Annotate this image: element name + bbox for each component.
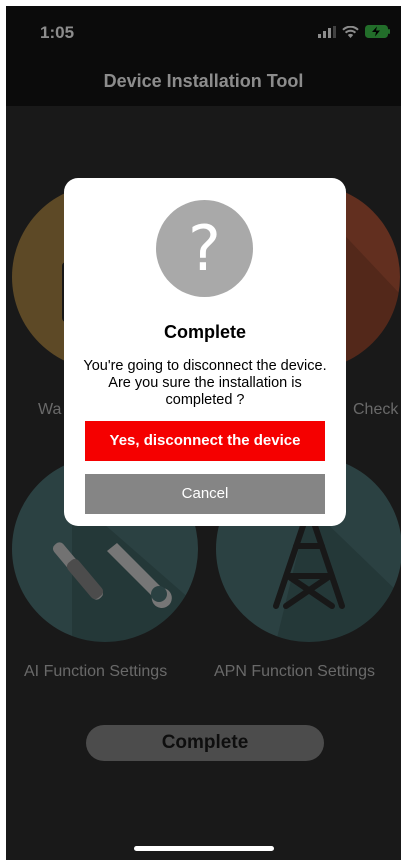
dialog-title: Complete	[163, 322, 246, 342]
cancel-button[interactable]: Cancel	[85, 474, 325, 514]
home-indicator[interactable]	[134, 846, 274, 851]
dialog-message: You're going to disconnect the device. A…	[83, 358, 327, 408]
question-icon: ?	[156, 200, 253, 297]
app-screen: 1:05 Device Installation Tool Wa Check A…	[6, 6, 401, 860]
confirm-disconnect-button[interactable]: Yes, disconnect the device	[85, 421, 325, 461]
confirm-dialog: ? Complete You're going to disconnect th…	[64, 178, 346, 526]
